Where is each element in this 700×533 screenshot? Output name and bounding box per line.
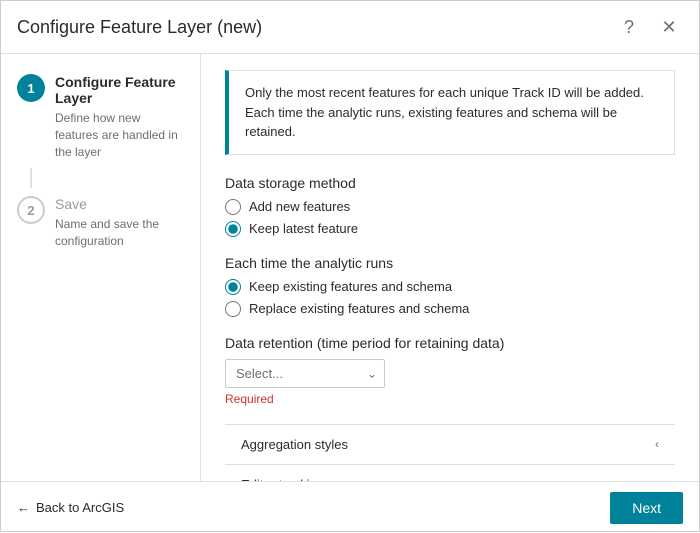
title-bar: Configure Feature Layer (new) ? ✕ [1, 1, 699, 54]
footer: ← Back to ArcGIS Next [1, 481, 699, 533]
back-to-arcgis-link[interactable]: ← Back to ArcGIS [17, 500, 124, 515]
replace-existing-label[interactable]: Replace existing features and schema [249, 301, 469, 316]
close-button[interactable]: ✕ [655, 13, 683, 41]
keep-existing-label[interactable]: Keep existing features and schema [249, 279, 452, 294]
sidebar: 1 Configure Feature Layer Define how new… [1, 54, 201, 481]
editor-tracking-row[interactable]: Editor tracking ‹ [225, 464, 675, 482]
required-label: Required [225, 392, 675, 406]
step-2-circle: 2 [17, 196, 45, 224]
back-label: Back to ArcGIS [36, 500, 124, 515]
dialog-title: Configure Feature Layer (new) [17, 17, 262, 38]
step-2: 2 Save Name and save the configuration [17, 196, 184, 250]
step-2-title: Save [55, 196, 184, 212]
keep-existing-radio[interactable] [225, 279, 241, 295]
aggregation-styles-label: Aggregation styles [241, 437, 348, 452]
radio-replace-existing: Replace existing features and schema [225, 301, 675, 317]
editor-tracking-label: Editor tracking [241, 477, 324, 482]
info-text: Only the most recent features for each u… [245, 85, 644, 139]
data-storage-title: Data storage method [225, 175, 675, 191]
step-1-desc: Define how new features are handled in t… [55, 110, 184, 160]
title-bar-icons: ? ✕ [615, 13, 683, 41]
step-2-desc: Name and save the configuration [55, 216, 184, 250]
keep-latest-label[interactable]: Keep latest feature [249, 221, 358, 236]
help-icon: ? [624, 17, 634, 38]
back-arrow-icon: ← [17, 500, 30, 515]
help-button[interactable]: ? [615, 13, 643, 41]
keep-latest-radio[interactable] [225, 221, 241, 237]
replace-existing-radio[interactable] [225, 301, 241, 317]
add-new-radio[interactable] [225, 199, 241, 215]
analytic-runs-title: Each time the analytic runs [225, 255, 675, 271]
content-area: Only the most recent features for each u… [201, 54, 699, 481]
info-box: Only the most recent features for each u… [225, 70, 675, 155]
data-retention-title: Data retention (time period for retainin… [225, 335, 675, 351]
next-button[interactable]: Next [610, 492, 683, 524]
radio-keep-latest: Keep latest feature [225, 221, 675, 237]
aggregation-styles-chevron: ‹ [655, 437, 659, 451]
data-storage-section: Data storage method Add new features Kee… [225, 175, 675, 237]
main-layout: 1 Configure Feature Layer Define how new… [1, 54, 699, 481]
close-icon: ✕ [661, 17, 676, 38]
select-container: Select... ⌃ [225, 359, 385, 388]
step-1-circle: 1 [17, 74, 45, 102]
step-1-text: Configure Feature Layer Define how new f… [55, 74, 184, 160]
data-retention-section: Data retention (time period for retainin… [225, 335, 675, 406]
radio-keep-existing: Keep existing features and schema [225, 279, 675, 295]
step-1-title: Configure Feature Layer [55, 74, 184, 106]
analytic-runs-section: Each time the analytic runs Keep existin… [225, 255, 675, 317]
aggregation-styles-row[interactable]: Aggregation styles ‹ [225, 424, 675, 464]
editor-tracking-chevron: ‹ [655, 477, 659, 481]
step-2-text: Save Name and save the configuration [55, 196, 184, 250]
retention-select[interactable]: Select... [225, 359, 385, 388]
step-1: 1 Configure Feature Layer Define how new… [17, 74, 184, 160]
step-connector [30, 168, 32, 188]
add-new-label[interactable]: Add new features [249, 199, 350, 214]
radio-add-new: Add new features [225, 199, 675, 215]
